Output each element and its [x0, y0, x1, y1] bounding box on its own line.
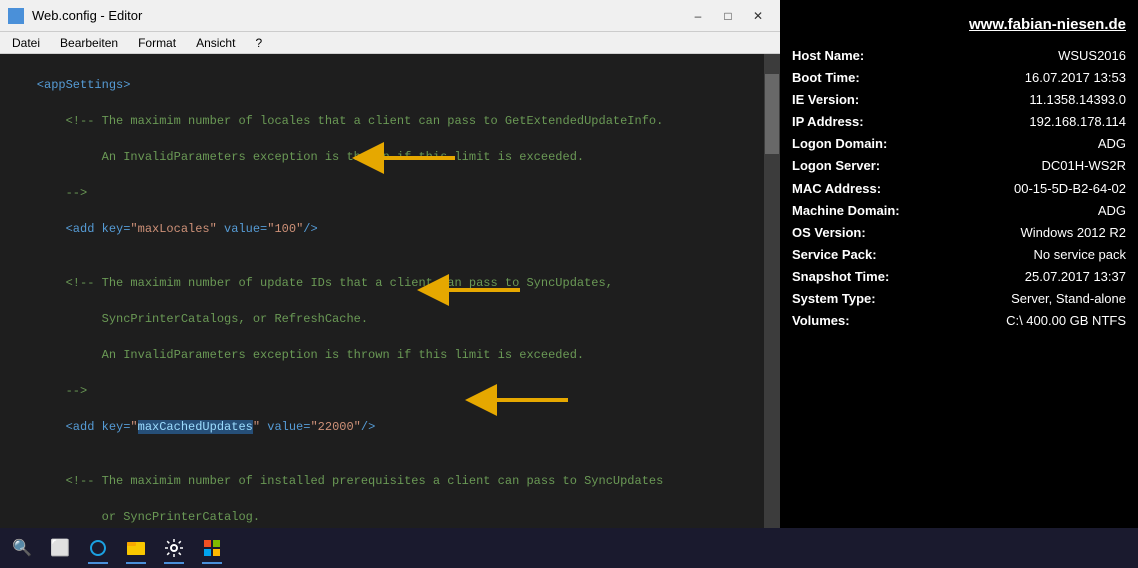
- editor-area: <appSettings> <!-- The maximim number of…: [0, 54, 780, 568]
- info-label: System Type:: [792, 288, 912, 310]
- info-row: Logon Server:DC01H-WS2R: [792, 155, 1126, 177]
- info-value: 25.07.2017 13:37: [912, 266, 1126, 288]
- info-label: MAC Address:: [792, 178, 912, 200]
- info-panel: www.fabian-niesen.de Host Name:WSUS2016B…: [780, 0, 1138, 568]
- taskbar: 🔍 ⬜: [0, 528, 1138, 568]
- task-view-button[interactable]: ⬜: [42, 530, 78, 566]
- info-row: OS Version:Windows 2012 R2: [792, 222, 1126, 244]
- info-table: Host Name:WSUS2016Boot Time:16.07.2017 1…: [792, 45, 1126, 332]
- info-label: OS Version:: [792, 222, 912, 244]
- maximize-button[interactable]: □: [714, 5, 742, 27]
- arrow-maxcachedupdates: [435, 272, 525, 308]
- info-label: IE Version:: [792, 89, 912, 111]
- info-value: No service pack: [912, 244, 1126, 266]
- info-value: ADG: [912, 200, 1126, 222]
- store-app[interactable]: [194, 530, 230, 566]
- info-value: C:\ 400.00 GB NTFS: [912, 310, 1126, 332]
- menu-bar: Datei Bearbeiten Format Ansicht ?: [0, 32, 780, 54]
- info-value: Windows 2012 R2: [912, 222, 1126, 244]
- close-button[interactable]: ✕: [744, 5, 772, 27]
- scrollbar-thumb-vertical[interactable]: [765, 74, 779, 154]
- title-bar: Web.config - Editor – □ ✕: [0, 0, 780, 32]
- info-label: Service Pack:: [792, 244, 912, 266]
- info-value: 00-15-5D-B2-64-02: [912, 178, 1126, 200]
- window-controls: – □ ✕: [684, 5, 772, 27]
- info-row: Boot Time:16.07.2017 13:53: [792, 67, 1126, 89]
- info-row: Service Pack:No service pack: [792, 244, 1126, 266]
- info-row: Host Name:WSUS2016: [792, 45, 1126, 67]
- settings-app[interactable]: [156, 530, 192, 566]
- info-value: 192.168.178.114: [912, 111, 1126, 133]
- search-button[interactable]: 🔍: [4, 530, 40, 566]
- info-value: 11.1358.14393.0: [912, 89, 1126, 111]
- info-label: Snapshot Time:: [792, 266, 912, 288]
- info-row: System Type:Server, Stand-alone: [792, 288, 1126, 310]
- minimize-button[interactable]: –: [684, 5, 712, 27]
- editor-content[interactable]: <appSettings> <!-- The maximim number of…: [0, 54, 764, 552]
- menu-bearbeiten[interactable]: Bearbeiten: [52, 34, 126, 52]
- info-label: Volumes:: [792, 310, 912, 332]
- info-label: Logon Server:: [792, 155, 912, 177]
- info-value: Server, Stand-alone: [912, 288, 1126, 310]
- menu-ansicht[interactable]: Ansicht: [188, 34, 243, 52]
- menu-format[interactable]: Format: [130, 34, 184, 52]
- info-label: Boot Time:: [792, 67, 912, 89]
- info-row: IP Address:192.168.178.114: [792, 111, 1126, 133]
- info-row: Machine Domain:ADG: [792, 200, 1126, 222]
- scrollbar-vertical[interactable]: [764, 54, 780, 552]
- info-row: Volumes:C:\ 400.00 GB NTFS: [792, 310, 1126, 332]
- website-link[interactable]: www.fabian-niesen.de: [792, 16, 1126, 33]
- info-row: MAC Address:00-15-5D-B2-64-02: [792, 178, 1126, 200]
- info-label: IP Address:: [792, 111, 912, 133]
- info-label: Logon Domain:: [792, 133, 912, 155]
- info-row: Snapshot Time:25.07.2017 13:37: [792, 266, 1126, 288]
- arrow-maxinstalledprerequisites: [483, 382, 573, 418]
- menu-help[interactable]: ?: [247, 34, 270, 52]
- arrow-maxlocales: [370, 140, 460, 176]
- info-row: Logon Domain:ADG: [792, 133, 1126, 155]
- info-label: Machine Domain:: [792, 200, 912, 222]
- window-title: Web.config - Editor: [32, 8, 142, 23]
- info-value: 16.07.2017 13:53: [912, 67, 1126, 89]
- info-label: Host Name:: [792, 45, 912, 67]
- edge-app[interactable]: [80, 530, 116, 566]
- info-value: ADG: [912, 133, 1126, 155]
- explorer-app[interactable]: [118, 530, 154, 566]
- info-value: DC01H-WS2R: [912, 155, 1126, 177]
- menu-datei[interactable]: Datei: [4, 34, 48, 52]
- info-value: WSUS2016: [912, 45, 1126, 67]
- info-row: IE Version:11.1358.14393.0: [792, 89, 1126, 111]
- app-icon: [8, 8, 24, 24]
